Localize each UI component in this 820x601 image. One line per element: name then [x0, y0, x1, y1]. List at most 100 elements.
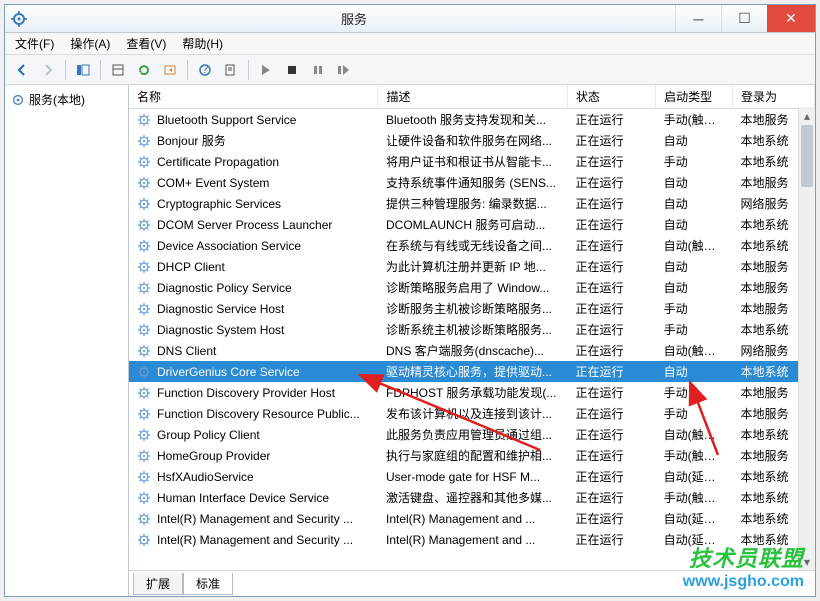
col-logon[interactable]: 登录为: [733, 85, 815, 109]
service-row[interactable]: Certificate Propagation将用户证书和根证书从智能卡...正…: [129, 151, 815, 172]
tab-standard[interactable]: 标准: [183, 573, 233, 595]
service-row[interactable]: DNS ClientDNS 客户端服务(dnscache)...正在运行自动(触…: [129, 340, 815, 361]
scroll-down-button[interactable]: ▾: [799, 553, 815, 570]
service-startup: 自动: [656, 130, 733, 151]
col-status[interactable]: 状态: [568, 85, 656, 109]
service-row[interactable]: DCOM Server Process Launcher DCOMLAUNCH 服…: [129, 214, 815, 235]
service-name: Bluetooth Support Service: [157, 113, 296, 127]
scroll-track[interactable]: [801, 125, 813, 552]
service-row[interactable]: HsfXAudioServiceUser-mode gate for HSF M…: [129, 466, 815, 487]
restart-service-button[interactable]: [332, 58, 356, 82]
pause-service-button[interactable]: [306, 58, 330, 82]
gear-icon: [137, 491, 151, 505]
gear-icon: [137, 386, 151, 400]
service-startup: 自动: [656, 172, 733, 193]
service-name: Diagnostic Service Host: [157, 302, 284, 316]
service-desc: 诊断服务主机被诊断策略服务...: [378, 298, 568, 319]
col-startup[interactable]: 启动类型: [656, 85, 733, 109]
service-startup: 手动: [656, 319, 733, 340]
service-row[interactable]: Diagnostic Service Host 诊断服务主机被诊断策略服务...正…: [129, 298, 815, 319]
service-row[interactable]: Diagnostic Policy Service诊断策略服务启用了 Windo…: [129, 277, 815, 298]
service-name: Device Association Service: [157, 239, 301, 253]
vertical-scrollbar[interactable]: ▴ ▾: [798, 107, 815, 570]
service-status: 正在运行: [568, 382, 656, 403]
scroll-up-button[interactable]: ▴: [799, 107, 815, 124]
service-row[interactable]: Group Policy Client此服务负责应用管理员通过组...正在运行自…: [129, 424, 815, 445]
service-status: 正在运行: [568, 214, 656, 235]
menu-view[interactable]: 查看(V): [118, 33, 174, 54]
gear-icon: [137, 449, 151, 463]
service-startup: 手动(触发...: [656, 487, 733, 508]
show-hide-tree-button[interactable]: [71, 58, 95, 82]
service-row[interactable]: COM+ Event System支持系统事件通知服务 (SENS...正在运行…: [129, 172, 815, 193]
service-name: Function Discovery Provider Host: [157, 386, 335, 400]
service-desc: 诊断系统主机被诊断策略服务...: [378, 319, 568, 340]
service-startup: 自动: [656, 277, 733, 298]
gear-icon: [137, 281, 151, 295]
menu-help[interactable]: 帮助(H): [174, 33, 231, 54]
stop-service-button[interactable]: [280, 58, 304, 82]
service-row[interactable]: DHCP Client为此计算机注册并更新 IP 地...正在运行自动本地服务: [129, 256, 815, 277]
service-name: DCOM Server Process Launcher: [157, 218, 332, 232]
titlebar[interactable]: 服务 ─ ☐ ✕: [5, 5, 815, 33]
service-name: Bonjour 服务: [157, 132, 226, 149]
service-status: 正在运行: [568, 319, 656, 340]
services-grid[interactable]: 名称 描述 状态 启动类型 登录为 Bluetooth Support Serv…: [129, 85, 815, 570]
separator: [187, 60, 188, 80]
gear-icon: [137, 155, 151, 169]
view-tabs: 扩展 标准: [129, 570, 815, 596]
service-row[interactable]: Device Association Service在系统与有线或无线设备之间.…: [129, 235, 815, 256]
service-row[interactable]: DriverGenius Core Service驱动精灵核心服务，提供驱动..…: [129, 361, 815, 382]
service-row[interactable]: Function Discovery Provider Host FDPHOST …: [129, 382, 815, 403]
service-status: 正在运行: [568, 235, 656, 256]
menu-action[interactable]: 操作(A): [62, 33, 118, 54]
help-button[interactable]: ?: [193, 58, 217, 82]
maximize-button[interactable]: ☐: [721, 5, 767, 32]
service-row[interactable]: Bonjour 服务让硬件设备和软件服务在网络...正在运行自动本地系统: [129, 130, 815, 151]
service-startup: 自动(触发...: [656, 340, 733, 361]
service-name: Diagnostic Policy Service: [157, 281, 292, 295]
scroll-thumb[interactable]: [801, 125, 813, 187]
console-tree[interactable]: 服务(本地): [5, 85, 129, 596]
service-startup: 自动: [656, 193, 733, 214]
service-desc: FDPHOST 服务承载功能发现(...: [378, 382, 568, 403]
minimize-button[interactable]: ─: [675, 5, 721, 32]
close-button[interactable]: ✕: [767, 5, 815, 32]
gear-icon: [137, 512, 151, 526]
service-status: 正在运行: [568, 298, 656, 319]
menu-file[interactable]: 文件(F): [7, 33, 62, 54]
tree-root-node[interactable]: 服务(本地): [7, 89, 126, 110]
service-name: HomeGroup Provider: [157, 449, 270, 463]
service-row[interactable]: Human Interface Device Service激活键盘、遥控器和其…: [129, 487, 815, 508]
service-row[interactable]: Bluetooth Support ServiceBluetooth 服务支持发…: [129, 109, 815, 131]
service-row[interactable]: Intel(R) Management and Security ...Inte…: [129, 508, 815, 529]
gear-icon: [137, 344, 151, 358]
service-status: 正在运行: [568, 109, 656, 131]
col-name[interactable]: 名称: [129, 85, 378, 109]
service-startup: 自动(延迟...: [656, 508, 733, 529]
export-list-button[interactable]: [106, 58, 130, 82]
service-status: 正在运行: [568, 277, 656, 298]
start-service-button[interactable]: [254, 58, 278, 82]
service-desc: 提供三种管理服务: 编录数据...: [378, 193, 568, 214]
refresh-button[interactable]: [132, 58, 156, 82]
menubar: 文件(F) 操作(A) 查看(V) 帮助(H): [5, 33, 815, 55]
separator: [65, 60, 66, 80]
service-row[interactable]: HomeGroup Provider执行与家庭组的配置和维护相...正在运行手动…: [129, 445, 815, 466]
tab-extended[interactable]: 扩展: [133, 573, 183, 595]
service-row[interactable]: Function Discovery Resource Public...发布该…: [129, 403, 815, 424]
service-name: Diagnostic System Host: [157, 323, 284, 337]
service-startup: 自动: [656, 214, 733, 235]
back-button[interactable]: [10, 58, 34, 82]
service-desc: Intel(R) Management and ...: [378, 529, 568, 550]
forward-button[interactable]: [36, 58, 60, 82]
service-status: 正在运行: [568, 529, 656, 550]
service-status: 正在运行: [568, 130, 656, 151]
properties-button[interactable]: [219, 58, 243, 82]
service-row[interactable]: Cryptographic Services提供三种管理服务: 编录数据...正…: [129, 193, 815, 214]
export-button[interactable]: [158, 58, 182, 82]
service-row[interactable]: Intel(R) Management and Security ...Inte…: [129, 529, 815, 550]
col-desc[interactable]: 描述: [378, 85, 568, 109]
service-row[interactable]: Diagnostic System Host 诊断系统主机被诊断策略服务...正在…: [129, 319, 815, 340]
service-desc: DCOMLAUNCH 服务可启动...: [378, 214, 568, 235]
